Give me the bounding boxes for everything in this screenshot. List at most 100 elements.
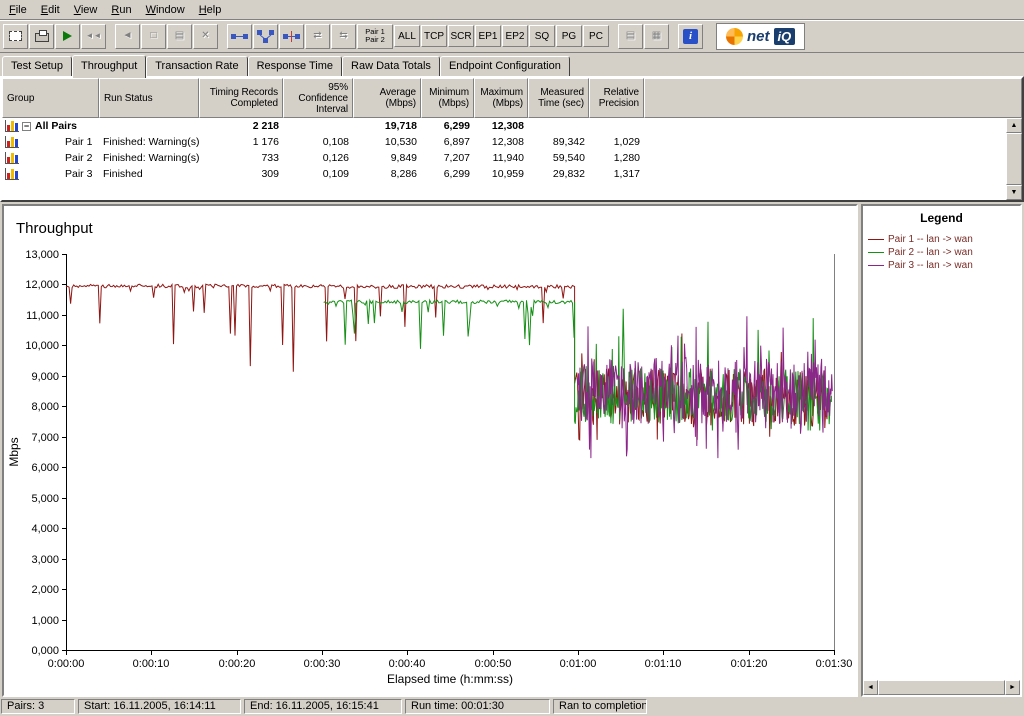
status-start-time: Start: 16.11.2005, 16:14:11 xyxy=(78,699,241,714)
menu-window[interactable]: Window xyxy=(139,2,192,18)
average-cell: 19,718 xyxy=(384,120,417,132)
filter-scr-button[interactable]: SCR xyxy=(448,25,474,47)
svg-text:7,000: 7,000 xyxy=(31,432,59,444)
filter-all-button[interactable]: ALL xyxy=(394,25,420,47)
measured-time-cell: 59,540 xyxy=(552,152,585,164)
tab-endpoint-configuration[interactable]: Endpoint Configuration xyxy=(439,56,570,76)
tab-test-setup[interactable]: Test Setup xyxy=(2,56,72,76)
legend-items: Pair 1 -- lan -> wan Pair 2 -- lan -> wa… xyxy=(863,225,1020,272)
chart-and-legend: 0,000 1,000 2,000 3,000 4,000 5,000 6,000 7,000… xyxy=(2,204,1022,697)
legend-item-pair3[interactable]: Pair 3 -- lan -> wan xyxy=(868,259,1016,272)
col-confidence-interval[interactable]: 95% Confidence Interval xyxy=(283,78,353,118)
swap-endpoints-button[interactable]: ⇄ xyxy=(305,23,330,49)
tab-raw-data-totals[interactable]: Raw Data Totals xyxy=(342,56,440,76)
filler-cell xyxy=(644,150,1022,166)
logo-text-net: net xyxy=(747,27,770,45)
svg-text:0,000: 0,000 xyxy=(31,645,59,657)
timing-records-cell: 2 218 xyxy=(252,120,279,132)
group-label: Pair 1 xyxy=(65,136,93,148)
col-average[interactable]: Average (Mbps) xyxy=(353,78,421,118)
scroll-thumb[interactable] xyxy=(1006,133,1022,185)
netiq-orb-icon xyxy=(726,27,743,45)
group-label: Pair 3 xyxy=(65,168,93,180)
average-cell: 10,530 xyxy=(384,136,417,148)
filter-ep2-button[interactable]: EP2 xyxy=(502,25,528,47)
menu-help[interactable]: Help xyxy=(192,2,229,18)
paste-button[interactable]: ▤ xyxy=(167,23,192,49)
col-filler xyxy=(644,78,1022,118)
edit-pair-button[interactable] xyxy=(279,23,304,49)
filter-tcp-button[interactable]: TCP xyxy=(421,25,447,47)
menu-view[interactable]: View xyxy=(67,2,105,18)
logo-text-iq: iQ xyxy=(773,27,796,45)
pair-chart-icon xyxy=(5,120,19,132)
back-button[interactable]: ◄ xyxy=(115,23,140,49)
scroll-left-button[interactable]: ◄ xyxy=(863,680,878,695)
filter-pg-button[interactable]: PG xyxy=(556,25,582,47)
scroll-thumb[interactable] xyxy=(878,680,1005,695)
legend-item-pair1[interactable]: Pair 1 -- lan -> wan xyxy=(868,233,1016,246)
svg-text:3,000: 3,000 xyxy=(31,554,59,566)
col-maximum[interactable]: Maximum (Mbps) xyxy=(474,78,528,118)
timing-records-cell: 309 xyxy=(261,168,279,180)
table-vertical-scrollbar[interactable]: ▲ ▼ xyxy=(1006,118,1022,200)
minimum-cell: 6,299 xyxy=(443,120,470,132)
run-test-button[interactable] xyxy=(55,23,80,49)
col-run-status[interactable]: Run Status xyxy=(99,78,199,118)
svg-text:12,000: 12,000 xyxy=(25,279,59,291)
col-measured-time[interactable]: Measured Time (sec) xyxy=(528,78,589,118)
pair-view-button[interactable]: Pair 1 Pair 2 xyxy=(357,23,393,49)
svg-text:0:00:30: 0:00:30 xyxy=(304,658,341,670)
copy-button[interactable]: □ xyxy=(141,23,166,49)
filter-pc-button[interactable]: PC xyxy=(583,25,609,47)
delete-button[interactable]: ✕ xyxy=(193,23,218,49)
marquee-icon xyxy=(9,31,22,41)
tab-throughput[interactable]: Throughput xyxy=(71,55,147,78)
filter-sq-button[interactable]: SQ xyxy=(529,25,555,47)
scroll-down-button[interactable]: ▼ xyxy=(1006,185,1022,200)
measured-time-cell xyxy=(528,118,589,134)
tab-transaction-rate[interactable]: Transaction Rate xyxy=(146,56,248,76)
edit-pair-icon xyxy=(283,30,300,42)
col-group[interactable]: Group xyxy=(2,78,99,118)
group-cell: Pair 1 xyxy=(2,134,99,150)
run-status-cell: Finished xyxy=(103,168,143,180)
svg-text:5,000: 5,000 xyxy=(31,493,59,505)
scroll-track[interactable] xyxy=(1006,133,1022,185)
menu-file[interactable]: File xyxy=(2,2,34,18)
timing-records-cell: 733 xyxy=(261,152,279,164)
add-pair-button[interactable] xyxy=(227,23,252,49)
table-row-all-pairs[interactable]: − All Pairs 2 218 19,718 6,299 12,308 xyxy=(2,118,1022,134)
tab-response-time[interactable]: Response Time xyxy=(247,56,343,76)
menu-run[interactable]: Run xyxy=(104,2,138,18)
col-minimum[interactable]: Minimum (Mbps) xyxy=(421,78,474,118)
menu-edit[interactable]: Edit xyxy=(34,2,67,18)
table-row-pair1[interactable]: Pair 1 Finished: Warning(s) 1 176 0,108 … xyxy=(2,134,1022,150)
filter-ep1-button[interactable]: EP1 xyxy=(475,25,501,47)
average-cell: 9,849 xyxy=(390,152,417,164)
details-button[interactable]: ▦ xyxy=(644,23,669,49)
legend-item-pair2[interactable]: Pair 2 -- lan -> wan xyxy=(868,246,1016,259)
run-status-cell xyxy=(99,118,199,134)
collapse-toggle[interactable]: − xyxy=(22,121,31,131)
stop-test-button[interactable]: ◄◄ xyxy=(81,23,106,49)
reverse-pair-button[interactable]: ⇆ xyxy=(331,23,356,49)
info-button[interactable]: i xyxy=(678,23,703,49)
scroll-right-button[interactable]: ► xyxy=(1005,680,1020,695)
col-relative-precision[interactable]: Relative Precision xyxy=(589,78,644,118)
swap-icon: ⇄ xyxy=(313,30,322,41)
scroll-up-button[interactable]: ▲ xyxy=(1006,118,1022,133)
report-button[interactable]: ▤ xyxy=(618,23,643,49)
add-multicast-group-button[interactable] xyxy=(253,23,278,49)
legend-horizontal-scrollbar[interactable]: ◄ ► xyxy=(863,680,1020,695)
svg-text:11,000: 11,000 xyxy=(26,310,59,322)
svg-text:0:00:20: 0:00:20 xyxy=(219,658,256,670)
scroll-track[interactable] xyxy=(878,680,1005,695)
table-row-pair2[interactable]: Pair 2 Finished: Warning(s) 733 0,126 9,… xyxy=(2,150,1022,166)
table-row-pair3[interactable]: Pair 3 Finished 309 0,109 8,286 6,299 10… xyxy=(2,166,1022,182)
col-timing-records[interactable]: Timing Records Completed xyxy=(199,78,283,118)
svg-text:Elapsed time (h:mm:ss): Elapsed time (h:mm:ss) xyxy=(387,672,513,686)
svg-text:0:01:30: 0:01:30 xyxy=(816,658,853,670)
select-tool-button[interactable] xyxy=(3,23,28,49)
print-button[interactable] xyxy=(29,23,54,49)
